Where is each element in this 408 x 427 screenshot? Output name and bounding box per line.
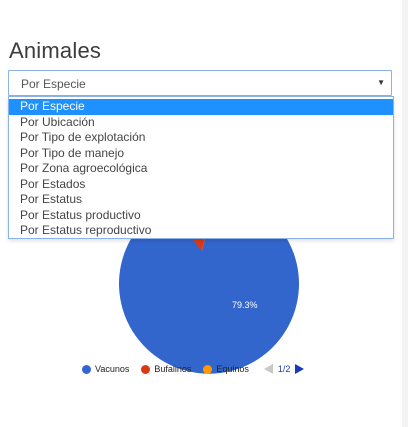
legend-label: Vacunos xyxy=(95,364,130,374)
option-por-tipo-de-manejo[interactable]: Por Tipo de manejo xyxy=(9,146,393,162)
legend-page-indicator: 1/2 xyxy=(277,364,291,374)
option-por-tipo-de-explotacion[interactable]: Por Tipo de explotación xyxy=(9,130,393,146)
triangle-right-icon[interactable] xyxy=(295,364,305,374)
chevron-down-icon: ▼ xyxy=(377,78,385,87)
option-por-ubicacion[interactable]: Por Ubicación xyxy=(9,115,393,131)
option-por-especie[interactable]: Por Especie xyxy=(9,99,393,115)
legend-pager: 1/2 xyxy=(263,364,305,374)
chart-legend: Vacunos Bufalinos Equinos 1/2 xyxy=(82,362,305,376)
option-por-zona-agroecologica[interactable]: Por Zona agroecológica xyxy=(9,161,393,177)
legend-item-equinos[interactable]: Equinos xyxy=(203,364,249,374)
option-por-estatus[interactable]: Por Estatus xyxy=(9,192,393,208)
triangle-left-icon xyxy=(263,364,273,374)
legend-item-bufalinos[interactable]: Bufalinos xyxy=(141,364,191,374)
legend-dot-icon xyxy=(203,364,213,374)
legend-label: Equinos xyxy=(216,364,249,374)
legend-label: Bufalinos xyxy=(154,364,192,374)
option-por-estados[interactable]: Por Estados xyxy=(9,177,393,193)
filter-select-value: Por Especie xyxy=(21,77,86,91)
legend-dot-icon xyxy=(141,364,151,374)
option-por-estatus-reproductivo[interactable]: Por Estatus reproductivo xyxy=(9,223,393,239)
filter-select[interactable]: Por Especie ▼ xyxy=(8,70,392,96)
legend-item-vacunos[interactable]: Vacunos xyxy=(82,364,129,374)
pie-slice-label: 79.3% xyxy=(232,300,258,310)
option-por-estatus-productivo[interactable]: Por Estatus productivo xyxy=(9,208,393,224)
legend-dot-icon xyxy=(82,364,91,374)
filter-dropdown-list: Por Especie Por Ubicación Por Tipo de ex… xyxy=(8,96,394,239)
